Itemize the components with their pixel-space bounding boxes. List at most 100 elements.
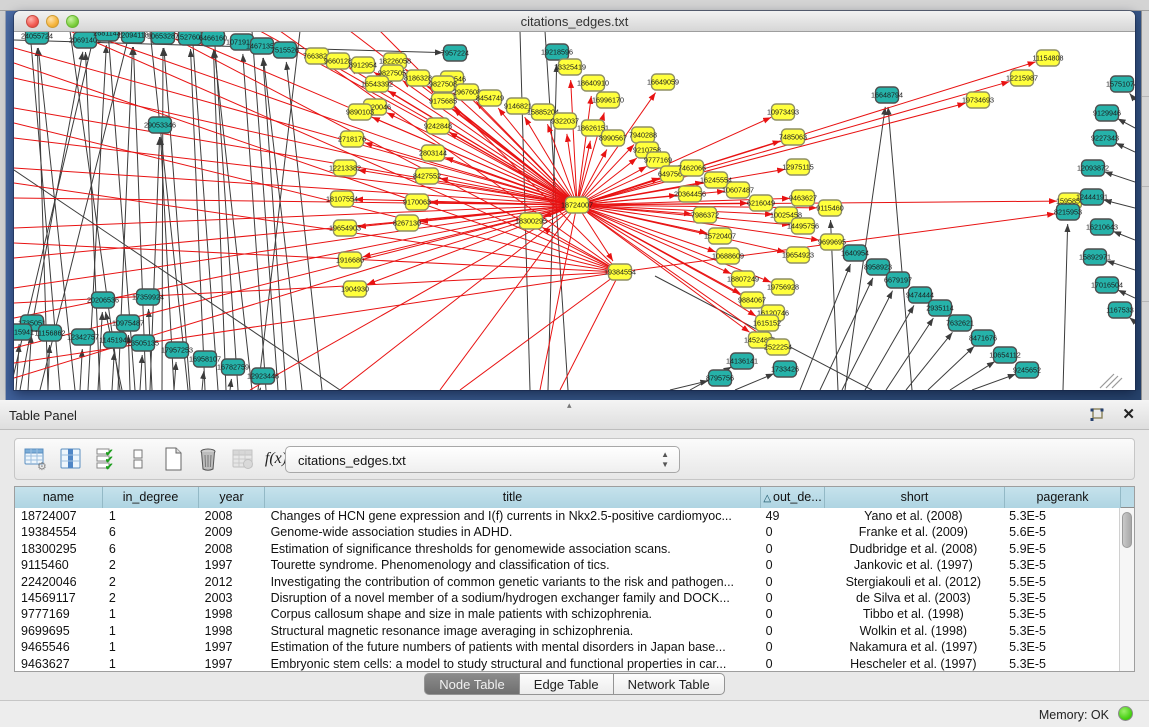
graph-node[interactable]: 11451941 — [99, 332, 130, 348]
table-row[interactable]: 946554611997Estimation of the future num… — [15, 639, 1119, 655]
graph-node[interactable]: 16782759 — [217, 359, 249, 375]
graph-node[interactable]: 9322037 — [551, 113, 579, 129]
graph-node[interactable]: 20364456 — [674, 186, 706, 202]
graph-node[interactable]: 12215987 — [1006, 70, 1038, 86]
table-row[interactable]: 911546021997Tourette syndrome. Phenomeno… — [15, 557, 1119, 573]
table-row[interactable]: 2242004622012Investigating the contribut… — [15, 574, 1119, 590]
graph-node[interactable]: 19654903 — [329, 220, 361, 236]
graph-node[interactable]: 19218596 — [541, 44, 573, 60]
import-table-icon[interactable] — [228, 444, 258, 474]
graph-node[interactable]: 19734693 — [962, 92, 994, 108]
graph-node[interactable]: 12975115 — [782, 159, 813, 175]
graph-node[interactable]: 6216049 — [747, 195, 775, 211]
graph-node[interactable]: 10973493 — [767, 104, 799, 120]
graph-node[interactable]: 3915941 — [14, 324, 34, 340]
graph-node[interactable]: 8795756 — [706, 370, 734, 386]
graph-node[interactable]: 2803144 — [419, 145, 447, 161]
graph-node[interactable]: 6679197 — [884, 272, 912, 288]
column-header-name[interactable]: name — [15, 487, 103, 508]
column-header-year[interactable]: year — [199, 487, 265, 508]
column-header-out_de[interactable]: △out_de... — [761, 487, 825, 508]
table-row[interactable]: 1872400712008Changes of HCN gene express… — [15, 508, 1119, 524]
splitter-handle-icon[interactable]: ▴ — [567, 400, 572, 411]
graph-node[interactable]: 17016504 — [1091, 277, 1123, 293]
graph-node[interactable]: 2522254 — [764, 339, 792, 355]
graph-node[interactable]: 12342757 — [67, 329, 99, 345]
table-scrollbar[interactable] — [1119, 508, 1134, 671]
network-window[interactable]: citations_edges.txt 24055724206914062681… — [14, 11, 1135, 390]
graph-node[interactable]: 2718176 — [338, 131, 366, 147]
graph-node[interactable]: 8267130 — [393, 215, 421, 231]
delete-column-icon[interactable] — [193, 444, 223, 474]
window-resize-grip[interactable] — [1100, 374, 1122, 388]
graph-node[interactable]: 9463627 — [789, 190, 817, 206]
graph-node[interactable]: 10654112 — [989, 347, 1020, 363]
tab-edge-table[interactable]: Edge Table — [520, 673, 614, 695]
column-header-title[interactable]: title — [265, 487, 761, 508]
graph-node[interactable]: 7940288 — [629, 127, 657, 143]
table-row[interactable]: 969969511998Structural magnetic resonanc… — [15, 623, 1119, 639]
graph-node[interactable]: 11156862 — [35, 325, 66, 341]
graph-node[interactable]: 9175685 — [429, 93, 457, 109]
graph-node[interactable]: 16648794 — [871, 87, 903, 103]
close-panel-icon[interactable]: ✕ — [1122, 405, 1135, 423]
network-canvas[interactable]: 2405572420691406268114312094118106532871… — [14, 32, 1135, 390]
graph-node[interactable]: 7485063 — [779, 129, 807, 145]
graph-node[interactable]: 19654923 — [782, 247, 814, 263]
graph-node[interactable]: 29053346 — [144, 117, 176, 133]
graph-node[interactable]: 10653287 — [147, 32, 179, 44]
table-source-dropdown[interactable]: citations_edges.txt ▲▼ — [285, 446, 680, 473]
graph-node[interactable]: 18107554 — [326, 191, 358, 207]
graph-node[interactable]: 16996170 — [592, 92, 624, 108]
graph-node[interactable]: 20206536 — [87, 292, 119, 308]
column-header-in_degree[interactable]: in_degree — [103, 487, 199, 508]
graph-node[interactable]: 15751074 — [1106, 76, 1135, 92]
table-row[interactable]: 1938455462009Genome-wide association stu… — [15, 524, 1119, 540]
column-visibility-icon[interactable] — [56, 444, 86, 474]
graph-node[interactable]: 8427552 — [413, 168, 441, 184]
graph-node[interactable]: 1167533 — [1106, 302, 1133, 318]
graph-node[interactable]: 8471676 — [969, 330, 997, 346]
table-settings-icon[interactable]: ⚙ — [21, 444, 51, 474]
row-height-icon[interactable] — [123, 444, 153, 474]
graph-node[interactable]: 8215953 — [1054, 204, 1082, 220]
graph-node[interactable]: 9699695 — [818, 234, 846, 250]
table-row[interactable]: 1830029562008Estimation of significance … — [15, 541, 1119, 557]
graph-node[interactable]: 9170063 — [403, 194, 431, 210]
graph-node[interactable]: 18640910 — [577, 75, 609, 91]
graph-node[interactable]: 12213382 — [329, 160, 361, 176]
graph-node[interactable]: 8454749 — [476, 90, 504, 106]
graph-node[interactable]: 11154808 — [1033, 50, 1064, 66]
network-window-titlebar[interactable]: citations_edges.txt — [14, 11, 1135, 32]
graph-node[interactable]: 16649059 — [647, 74, 679, 90]
graph-node[interactable]: 6466160 — [199, 32, 227, 46]
graph-node[interactable]: 8990567 — [599, 130, 627, 146]
graph-node[interactable]: 7986372 — [691, 207, 719, 223]
graph-node[interactable]: 8186328 — [404, 70, 432, 86]
graph-node[interactable]: 12094118 — [117, 32, 148, 43]
graph-node[interactable]: 12093872 — [1077, 160, 1109, 176]
graph-node[interactable]: 16210643 — [1086, 219, 1118, 235]
graph-node[interactable]: 12923448 — [247, 368, 279, 384]
graph-node[interactable]: 19384554 — [604, 264, 636, 280]
graph-node[interactable]: 14495756 — [787, 218, 819, 234]
graph-node[interactable]: 9227343 — [1091, 130, 1119, 146]
column-header-pagerank[interactable]: pagerank — [1005, 487, 1121, 508]
graph-node[interactable]: 7515526 — [271, 42, 299, 58]
graph-hub-node[interactable]: 18724007 — [561, 197, 593, 213]
graph-node[interactable]: 18300295 — [515, 213, 547, 229]
graph-node[interactable]: 9890103 — [346, 104, 374, 120]
graph-node[interactable]: 9245652 — [1013, 362, 1041, 378]
graph-node[interactable]: 10607487 — [722, 182, 754, 198]
graph-node[interactable]: 14136141 — [726, 353, 758, 369]
graph-node[interactable]: 13325419 — [554, 59, 586, 75]
table-row[interactable]: 1456911722003Disruption of a novel membe… — [15, 590, 1119, 606]
graph-node[interactable]: 1733426 — [771, 361, 799, 377]
graph-node[interactable]: 19756928 — [767, 279, 799, 295]
graph-node[interactable]: 1640954 — [841, 245, 869, 261]
graph-node[interactable]: 12444191 — [1076, 189, 1108, 205]
graph-node[interactable]: 9660128 — [324, 53, 352, 69]
graph-node[interactable]: 16543392 — [361, 76, 393, 92]
graph-node[interactable]: 9129946 — [1093, 105, 1121, 121]
select-rows-icon[interactable]: ✔ ✔ ✔ — [91, 444, 121, 474]
